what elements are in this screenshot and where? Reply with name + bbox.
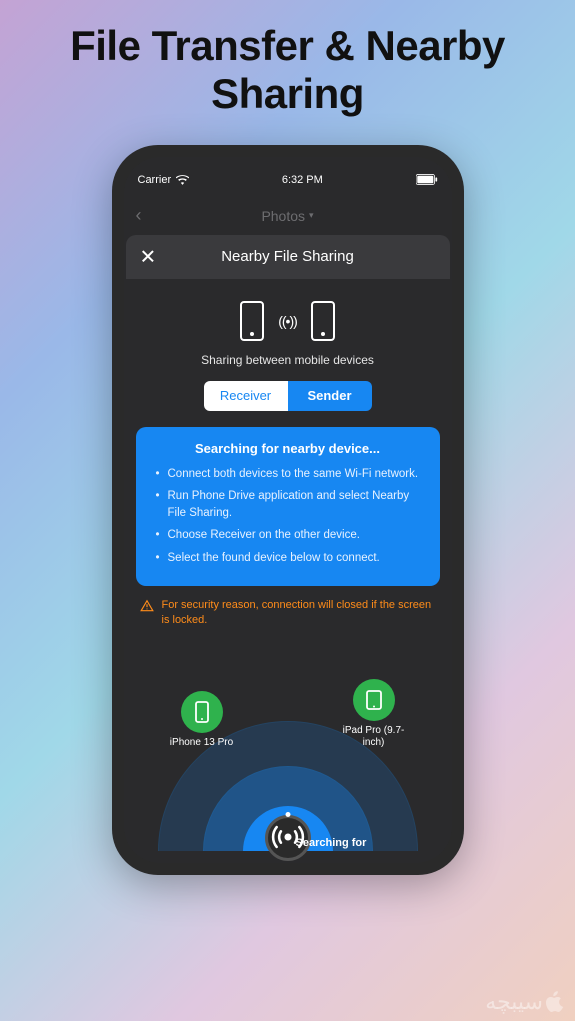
dropdown-chevron-icon: ▾ xyxy=(309,210,314,221)
watermark: سیبچه xyxy=(485,989,565,1015)
device-label: iPad Pro (9.7-inch) xyxy=(334,725,414,749)
sharing-caption: Sharing between mobile devices xyxy=(201,353,374,367)
status-bar: Carrier 6:32 PM xyxy=(124,163,452,197)
phone-icon xyxy=(195,701,209,723)
back-chevron-icon: ‹ xyxy=(136,205,142,226)
instructions-title: Searching for nearby device... xyxy=(150,441,426,456)
device-label: iPhone 13 Pro xyxy=(162,737,242,749)
carrier-label: Carrier xyxy=(138,174,172,186)
close-icon[interactable]: ✕ xyxy=(140,244,157,269)
found-device-ipad[interactable]: iPad Pro (9.7-inch) xyxy=(334,679,414,749)
found-device-iphone[interactable]: iPhone 13 Pro xyxy=(162,691,242,749)
instruction-item: Run Phone Drive application and select N… xyxy=(156,488,426,523)
background-nav-title: Photos xyxy=(261,208,305,224)
radar-dot xyxy=(285,812,290,817)
instruction-item: Choose Receiver on the other device. xyxy=(156,527,426,544)
device-pair-illustration: ((•)) xyxy=(240,301,335,341)
battery-icon xyxy=(416,174,438,185)
instruction-item: Select the found device below to connect… xyxy=(156,550,426,567)
receiver-tab[interactable]: Receiver xyxy=(204,381,288,411)
background-nav-header: ‹ Photos ▾ xyxy=(124,197,452,235)
modal-title: Nearby File Sharing xyxy=(221,248,354,265)
device-bubble[interactable] xyxy=(353,679,395,721)
instruction-item: Connect both devices to the same Wi-Fi n… xyxy=(156,466,426,483)
status-time: 6:32 PM xyxy=(282,174,323,186)
modal-content: ((•)) Sharing between mobile devices Rec… xyxy=(124,279,452,851)
instructions-list: Connect both devices to the same Wi-Fi n… xyxy=(150,466,426,567)
phone-outline-icon xyxy=(240,301,264,341)
phone-frame: Carrier 6:32 PM ‹ Photos ▾ ✕ xyxy=(112,145,464,875)
security-warning-text: For security reason, connection will clo… xyxy=(162,598,436,629)
phone-screen: Carrier 6:32 PM ‹ Photos ▾ ✕ xyxy=(124,157,452,863)
sender-tab[interactable]: Sender xyxy=(288,381,372,411)
wifi-icon xyxy=(176,175,189,185)
mode-segmented-control[interactable]: Receiver Sender xyxy=(204,381,372,411)
modal-header: ✕ Nearby File Sharing xyxy=(126,235,450,279)
apple-logo-icon xyxy=(545,990,565,1014)
device-bubble[interactable] xyxy=(181,691,223,733)
promo-headline: File Transfer & Nearby Sharing xyxy=(0,22,575,119)
device-radar: iPhone 13 Pro iPad Pro (9.7-inch) Search… xyxy=(158,651,418,851)
security-warning: For security reason, connection will clo… xyxy=(136,598,440,629)
watermark-text: سیبچه xyxy=(485,989,543,1015)
radar-status-label: Searching for xyxy=(296,837,367,849)
wireless-signal-icon: ((•)) xyxy=(278,313,297,329)
warning-triangle-icon xyxy=(140,599,154,618)
tablet-icon xyxy=(366,690,382,710)
phone-outline-icon xyxy=(311,301,335,341)
instructions-panel: Searching for nearby device... Connect b… xyxy=(136,427,440,586)
promo-background: File Transfer & Nearby Sharing Carrier 6… xyxy=(0,0,575,1021)
